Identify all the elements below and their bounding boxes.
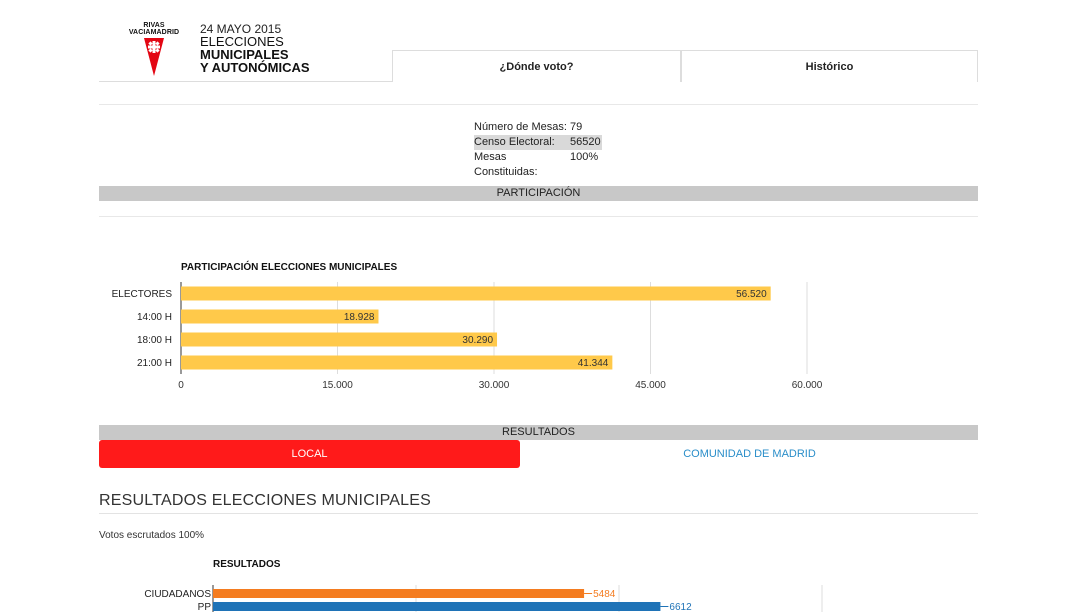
tab-historico[interactable]: Histórico <box>681 50 978 82</box>
logo-text-line2: VACIAMADRID <box>128 29 180 36</box>
bar <box>181 332 498 347</box>
x-tick-label: 45.000 <box>635 380 666 391</box>
bar <box>213 602 661 611</box>
results-heading: RESULTADOS ELECCIONES MUNICIPALES <box>99 492 432 509</box>
header-underline <box>99 81 393 82</box>
stat-row-mesas: Número de Mesas: 79 <box>474 120 602 135</box>
data-label: 41.344 <box>578 358 609 369</box>
participation-chart: 0 15.000 30.000 45.000 60.000 ELECTORES 56.520… <box>112 282 823 391</box>
stat-row-censo: Censo Electoral: 56520 <box>474 135 602 150</box>
participation-chart-title: PARTICIPACIÓN ELECCIONES MUNICIPALES <box>181 262 398 273</box>
category-label: 18:00 H <box>137 335 172 346</box>
bar <box>181 355 613 370</box>
tab-local[interactable]: LOCAL <box>99 440 520 468</box>
stat-label: Censo Electoral: <box>474 136 555 148</box>
section-resultados: RESULTADOS <box>99 425 978 440</box>
title-line3: Y AUTONÓMICAS <box>200 60 310 75</box>
stat-label: Número de Mesas: <box>474 121 567 133</box>
category-label: CIUDADANOS <box>144 589 211 600</box>
tab-donde-voto[interactable]: ¿Dónde voto? <box>392 50 681 82</box>
data-label: 56.520 <box>736 289 767 300</box>
stat-label: Mesas Constituidas: <box>474 151 538 178</box>
stat-value: 100% <box>570 151 599 163</box>
x-tick-label: 15.000 <box>322 380 353 391</box>
data-label: 18.928 <box>344 312 375 323</box>
divider <box>99 216 978 217</box>
bar <box>213 589 585 598</box>
x-tick-label: 0 <box>178 380 184 391</box>
results-chart: CIUDADANOS 5484 PP 6612 <box>144 585 823 612</box>
results-chart-title: RESULTADOS <box>213 559 281 570</box>
divider <box>99 104 978 105</box>
logo-shield-icon <box>144 38 164 76</box>
logo-text-line1: RIVAS <box>143 22 165 29</box>
x-tick-label: 30.000 <box>479 380 510 391</box>
stat-value: 56520 <box>570 136 601 148</box>
tab-comunidad-madrid[interactable]: COMUNIDAD DE MADRID <box>521 440 978 468</box>
section-participacion: PARTICIPACIÓN <box>99 186 978 201</box>
logo[interactable]: RIVAS VACIAMADRID <box>128 22 180 78</box>
votos-escrutados: Votos escrutados 100% <box>99 530 205 541</box>
stat-row-constituidas: Mesas Constituidas: 100% <box>474 150 602 178</box>
data-label: 30.290 <box>462 335 493 346</box>
category-label: PP <box>198 602 212 612</box>
category-label: 14:00 H <box>137 312 172 323</box>
category-label: ELECTORES <box>112 289 173 300</box>
stat-value: 79 <box>570 121 583 133</box>
bar <box>181 286 771 301</box>
divider <box>99 513 978 514</box>
x-tick-label: 60.000 <box>792 380 823 391</box>
data-label: 6612 <box>669 602 692 612</box>
data-label: 5484 <box>593 589 616 600</box>
stats-block: Número de Mesas: 79 Censo Electoral: 565… <box>474 120 602 178</box>
category-label: 21:00 H <box>137 358 172 369</box>
